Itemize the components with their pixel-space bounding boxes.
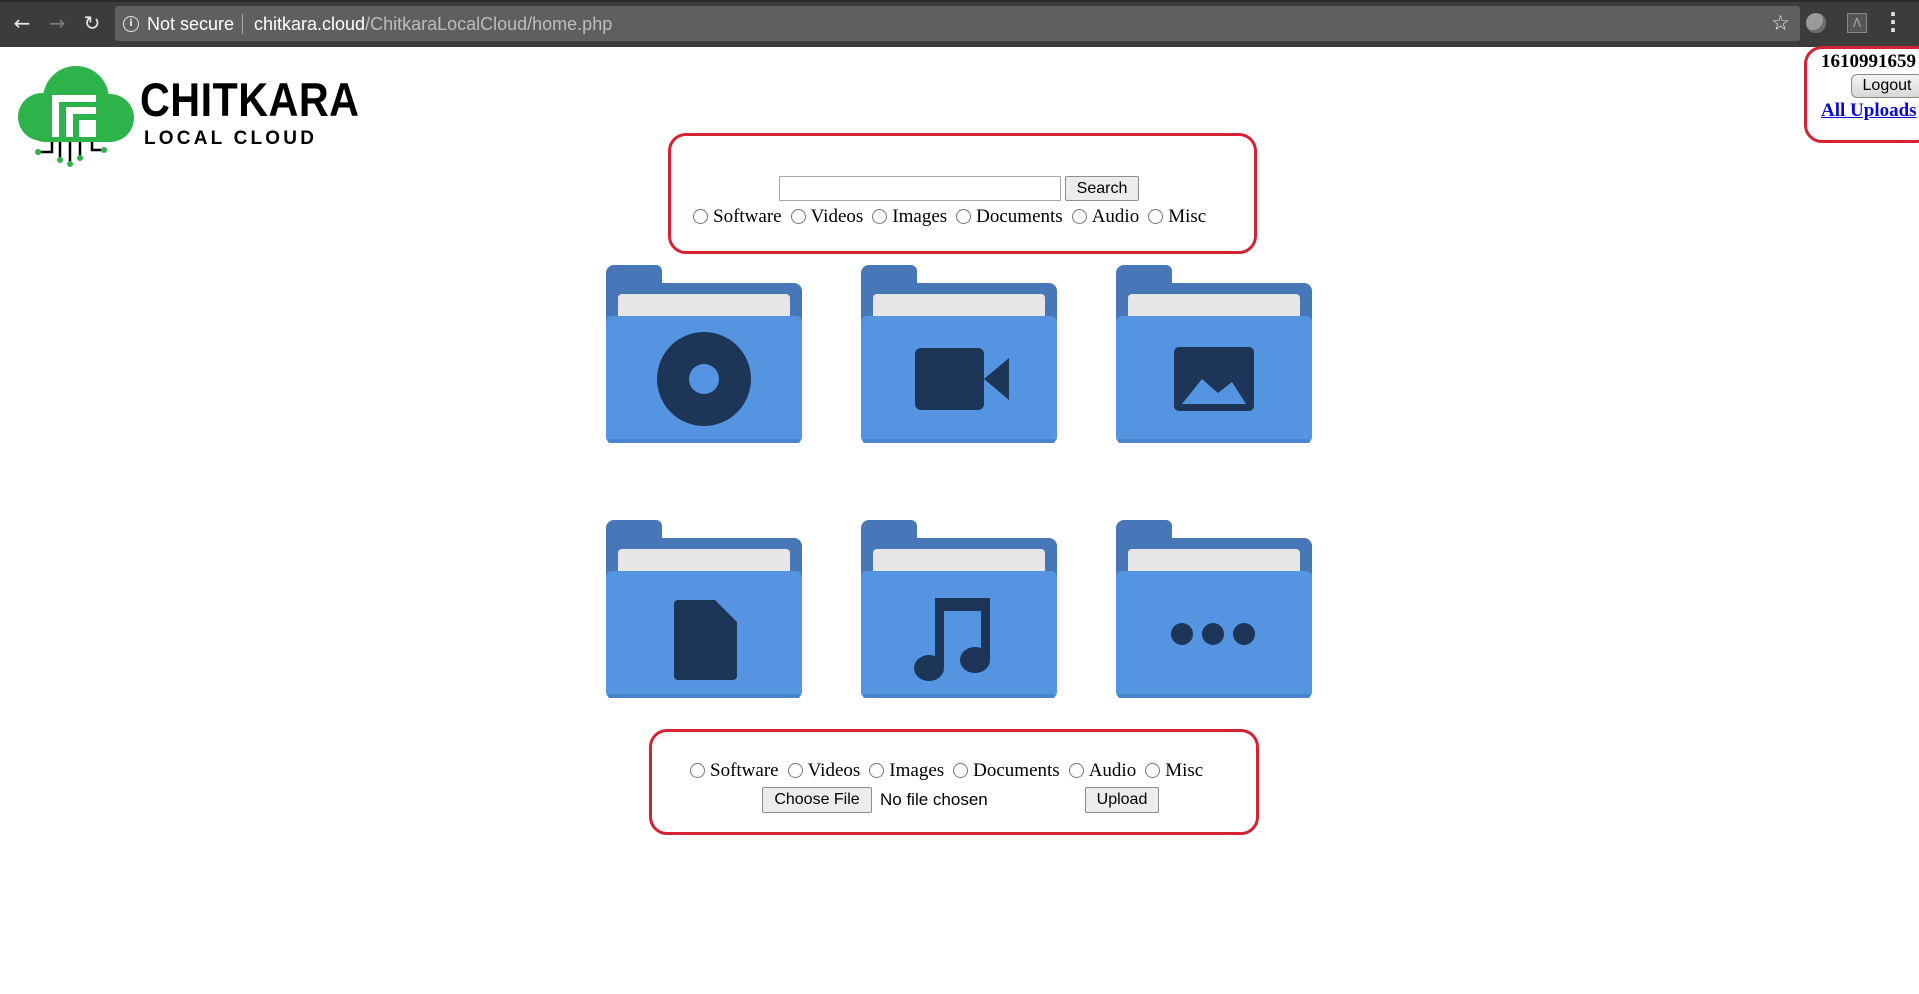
logo-title: CHITKARA	[140, 73, 360, 126]
choose-file-button[interactable]: Choose File	[762, 787, 872, 813]
search-category-radios: Software Videos Images Documents Audio M…	[693, 206, 1215, 228]
search-radio-documents[interactable]: Documents	[956, 206, 1063, 228]
radio-label: Software	[710, 760, 779, 781]
radio-label: Audio	[1091, 206, 1140, 227]
extension-pdf-icon[interactable]: Λ	[1847, 13, 1867, 33]
folder-software[interactable]	[606, 265, 802, 445]
search-radio-misc[interactable]: Misc	[1148, 206, 1206, 228]
upload-radio-software[interactable]: Software	[690, 760, 779, 782]
radio-button[interactable]	[693, 208, 708, 224]
upload-panel: Software Videos Images Documents Audio M…	[649, 729, 1259, 835]
radio-label: Misc	[1168, 206, 1207, 227]
extension-cloud-icon[interactable]	[1806, 13, 1826, 33]
radio-label: Videos	[810, 206, 864, 227]
browser-toolbar: ← → ↻ i Not secure chitkara.cloud/Chitka…	[0, 0, 1919, 47]
upload-button[interactable]: Upload	[1085, 787, 1159, 813]
site-logo: CHITKARA LOCAL CLOUD	[12, 62, 359, 167]
folder-audio[interactable]	[861, 520, 1057, 700]
tab-strip-edge	[0, 0, 1919, 2]
info-icon[interactable]: i	[123, 16, 139, 32]
radio-label: Images	[889, 760, 945, 781]
radio-label: Images	[892, 206, 948, 227]
file-status-text: No file chosen	[880, 790, 988, 809]
more-dots-icon	[1171, 623, 1255, 645]
browser-menu-icon[interactable]: · · ·	[1888, 4, 1898, 40]
search-radio-videos[interactable]: Videos	[790, 206, 864, 228]
upload-radio-misc[interactable]: Misc	[1145, 760, 1203, 782]
radio-button[interactable]	[1068, 762, 1084, 778]
forward-arrow-icon[interactable]: →	[46, 12, 68, 34]
radio-button[interactable]	[790, 208, 806, 224]
radio-label: Misc	[1165, 760, 1204, 781]
url-text[interactable]: chitkara.cloud/ChitkaraLocalCloud/home.p…	[254, 14, 612, 35]
image-icon	[1174, 347, 1254, 411]
upload-category-radios: Software Videos Images Documents Audio M…	[690, 760, 1212, 782]
address-bar[interactable]: i Not secure chitkara.cloud/ChitkaraLoca…	[115, 6, 1800, 41]
radio-label: Software	[713, 206, 782, 227]
disc-icon	[657, 332, 751, 426]
url-host: chitkara.cloud	[254, 14, 366, 34]
logout-button[interactable]: Logout	[1851, 74, 1919, 98]
upload-radio-images[interactable]: Images	[869, 760, 944, 782]
search-radio-images[interactable]: Images	[872, 206, 947, 228]
address-separator	[242, 14, 243, 34]
folder-videos[interactable]	[861, 265, 1057, 445]
radio-label: Videos	[807, 760, 861, 781]
radio-button[interactable]	[956, 208, 972, 224]
all-uploads-link[interactable]: All Uploads	[1821, 100, 1917, 122]
upload-radio-audio[interactable]: Audio	[1068, 760, 1137, 782]
security-label[interactable]: Not secure	[147, 14, 234, 35]
search-radio-software[interactable]: Software	[693, 206, 782, 228]
radio-button[interactable]	[953, 762, 969, 778]
search-input[interactable]	[779, 176, 1061, 201]
radio-button[interactable]	[1071, 208, 1087, 224]
user-id: 1610991659	[1821, 51, 1916, 72]
back-arrow-icon[interactable]: ←	[11, 12, 33, 34]
folder-misc[interactable]	[1116, 520, 1312, 700]
radio-label: Documents	[976, 206, 1063, 227]
reload-icon[interactable]: ↻	[81, 12, 103, 34]
radio-button[interactable]	[872, 208, 888, 224]
folder-images[interactable]	[1116, 265, 1312, 445]
upload-radio-documents[interactable]: Documents	[953, 760, 1060, 782]
radio-button[interactable]	[869, 762, 885, 778]
folder-documents[interactable]	[606, 520, 802, 700]
bookmark-star-icon[interactable]: ☆	[1771, 11, 1790, 35]
logo-subtitle: LOCAL CLOUD	[144, 128, 318, 149]
upload-radio-videos[interactable]: Videos	[787, 760, 861, 782]
radio-button[interactable]	[1145, 762, 1161, 778]
search-button[interactable]: Search	[1065, 176, 1139, 201]
radio-label: Documents	[973, 760, 1060, 781]
radio-label: Audio	[1088, 760, 1137, 781]
radio-button[interactable]	[787, 762, 803, 778]
radio-button[interactable]	[690, 762, 705, 778]
search-panel: Search Software Videos Images Documents …	[668, 133, 1257, 254]
user-panel: 1610991659 Logout All Uploads	[1804, 46, 1919, 143]
radio-button[interactable]	[1148, 208, 1164, 224]
url-path: /ChitkaraLocalCloud/home.php	[365, 14, 613, 34]
cloud-circuit-logo-icon	[18, 66, 134, 167]
search-radio-audio[interactable]: Audio	[1071, 206, 1140, 228]
